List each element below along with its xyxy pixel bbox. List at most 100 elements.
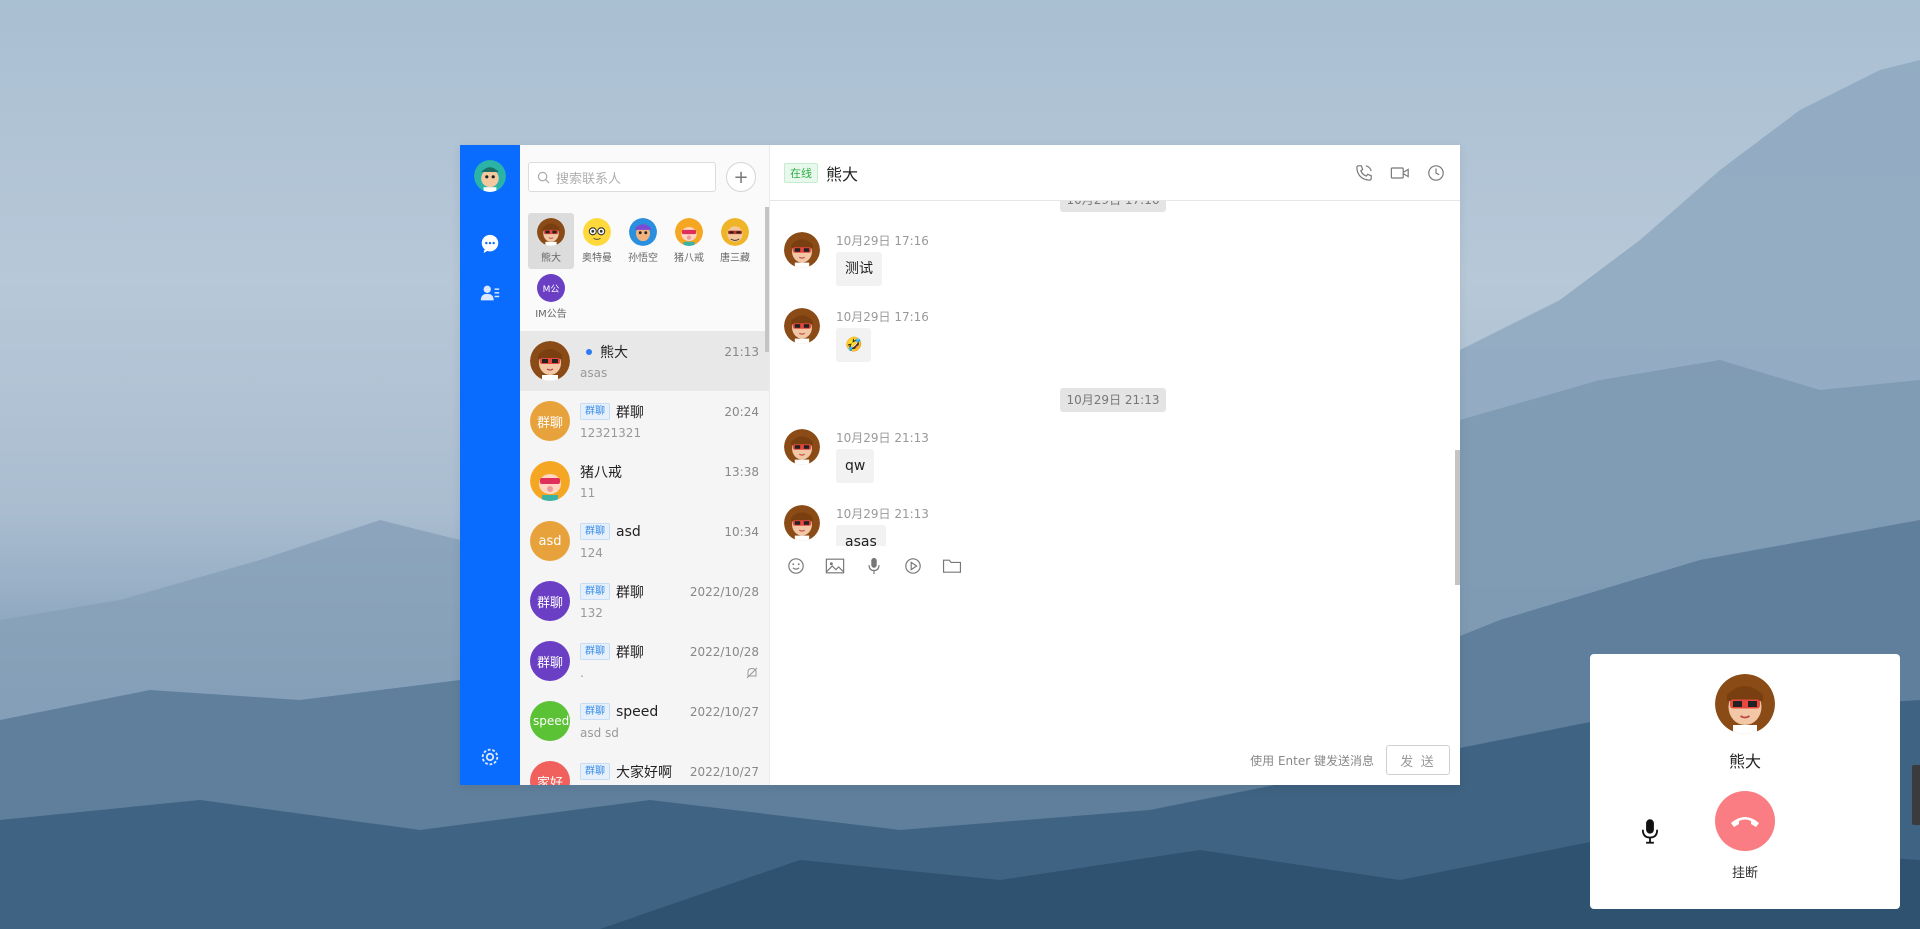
message-time: 10月29日 21:13 xyxy=(836,507,929,521)
quick-contact-label: 奥特曼 xyxy=(582,253,612,264)
conversation-preview: asd sd xyxy=(580,725,619,740)
conversation-preview: 124 xyxy=(580,545,603,560)
send-hint: 使用 Enter 键发送消息 xyxy=(1250,754,1374,768)
conversation-item[interactable]: 群聊 群聊 群聊 2022/10/28 . xyxy=(520,631,769,691)
conversation-list: 熊大 21:13 asas 群聊 群聊 群聊 20:24 12321321 猪八… xyxy=(520,331,769,785)
avatar: 群聊 xyxy=(530,401,570,441)
hang-up-button[interactable] xyxy=(1715,791,1775,851)
contacts-icon[interactable] xyxy=(478,281,502,305)
caller-name: 熊大 xyxy=(1728,752,1761,771)
folder-icon[interactable] xyxy=(940,554,964,578)
conversation-item[interactable]: 猪八戒 13:38 11 xyxy=(520,451,769,511)
quick-contact-xiongda[interactable]: 熊大 xyxy=(528,213,574,269)
conversation-time: 21:13 xyxy=(724,344,759,359)
conversation-item[interactable]: 熊大 21:13 asas xyxy=(520,331,769,391)
hang-up-label: 挂断 xyxy=(1731,866,1758,881)
search-row: 搜索联系人 + xyxy=(520,145,769,209)
conversation-name: 群聊 xyxy=(616,644,644,661)
avatar: asd xyxy=(530,521,570,561)
message-bubble[interactable]: 🤣 xyxy=(836,328,872,362)
avatar[interactable] xyxy=(784,429,820,465)
quick-contact-label: 唐三藏 xyxy=(720,253,750,264)
video-call-icon[interactable] xyxy=(1390,163,1410,183)
conversation-time: 2022/10/27 xyxy=(689,704,759,719)
group-tag: 群聊 xyxy=(580,763,610,780)
message-bubble[interactable]: 测试 xyxy=(836,252,882,286)
group-tag: 群聊 xyxy=(580,703,610,720)
group-tag: 群聊 xyxy=(580,643,610,660)
conversation-time: 2022/10/28 xyxy=(689,644,759,659)
avatar-text: 群聊 xyxy=(536,595,563,611)
list-scrollbar[interactable] xyxy=(765,207,769,352)
quick-contact-label: IM公告 xyxy=(535,309,567,320)
microphone-icon[interactable] xyxy=(862,554,886,578)
message: 10月29日 17:16 测试 xyxy=(784,232,929,286)
avatar-text: M公 xyxy=(542,284,560,295)
conversation-time: 2022/10/28 xyxy=(689,584,759,599)
quick-contact-zhubajie[interactable]: 猪八戒 xyxy=(666,213,712,269)
avatar: 家好 xyxy=(530,761,570,785)
conversation-item[interactable]: 群聊 群聊 群聊 2022/10/28 132 xyxy=(520,571,769,631)
message-area: 10月29日 17:16 10月29日 17:16 测试 10月29日 17:1… xyxy=(770,201,1460,546)
search-icon xyxy=(537,171,550,183)
conversation-name: 群聊 xyxy=(616,404,644,421)
conversation-preview: asas xyxy=(580,365,608,380)
conversation-item[interactable]: 家好 群聊 大家好啊 2022/10/27 xyxy=(520,751,769,785)
video-play-icon[interactable] xyxy=(901,554,925,578)
conversation-preview-row: . xyxy=(580,665,759,681)
search-input[interactable]: 搜索联系人 xyxy=(528,162,716,192)
conversation-item[interactable]: 群聊 群聊 群聊 20:24 12321321 xyxy=(520,391,769,451)
avatar xyxy=(629,218,657,246)
avatar xyxy=(537,218,565,246)
settings-gear-icon[interactable] xyxy=(478,745,502,769)
avatar: speed xyxy=(530,701,570,741)
conversation-preview: . xyxy=(580,665,584,680)
quick-contact-label: 猪八戒 xyxy=(674,253,704,264)
conversation-time: 13:38 xyxy=(724,464,759,479)
conversation-preview: 12321321 xyxy=(580,425,642,440)
voice-call-icon[interactable] xyxy=(1354,163,1374,183)
voice-call-panel: 熊大 挂断 xyxy=(1590,654,1900,909)
conversation-preview xyxy=(580,785,759,786)
message-bubble[interactable]: qw xyxy=(836,449,875,483)
avatar: M公 xyxy=(537,274,565,302)
chat-scrollbar[interactable] xyxy=(1455,450,1460,585)
quick-contacts: 熊大 奥特曼 孙悟空 猪八戒 唐三藏 M公 IM公告 xyxy=(520,209,769,331)
my-avatar[interactable] xyxy=(474,160,506,192)
add-contact-button[interactable]: + xyxy=(726,162,756,192)
message: 10月29日 17:16 🤣 xyxy=(784,308,929,362)
conversation-time: 10:34 xyxy=(724,524,759,539)
quick-contact-aoteman[interactable]: 奥特曼 xyxy=(574,213,620,269)
quick-contact-label: 熊大 xyxy=(541,253,561,264)
avatar xyxy=(675,218,703,246)
avatar: 群聊 xyxy=(530,641,570,681)
conversation-name: 猪八戒 xyxy=(580,464,622,481)
avatar-text: 家好 xyxy=(536,775,563,786)
avatar xyxy=(583,218,611,246)
conversation-item[interactable]: asd 群聊 asd 10:34 124 xyxy=(520,511,769,571)
message-bubble[interactable]: asas xyxy=(836,525,886,546)
message-time: 10月29日 21:13 xyxy=(836,431,929,445)
history-clock-icon[interactable] xyxy=(1426,163,1446,183)
avatar[interactable] xyxy=(784,505,820,541)
send-button[interactable]: 发 送 xyxy=(1386,745,1450,775)
quick-contact-im-notice[interactable]: M公 IM公告 xyxy=(528,269,574,325)
chat-bubble-icon[interactable] xyxy=(478,232,502,256)
chat-header: 在线 熊大 xyxy=(770,145,1460,201)
side-handle[interactable] xyxy=(1912,765,1920,825)
conversation-preview: 132 xyxy=(580,605,603,620)
avatar[interactable] xyxy=(784,232,820,268)
quick-contact-sunwukong[interactable]: 孙悟空 xyxy=(620,213,666,269)
message-input[interactable]: 使用 Enter 键发送消息 发 送 xyxy=(770,586,1460,785)
avatar-text: 群聊 xyxy=(536,415,563,431)
avatar[interactable] xyxy=(784,308,820,344)
conversation-item[interactable]: speed 群聊 speed 2022/10/27 asd sd xyxy=(520,691,769,751)
online-dot xyxy=(586,348,592,355)
quick-contact-tangsanzang[interactable]: 唐三藏 xyxy=(712,213,758,269)
emoji-icon[interactable] xyxy=(784,554,808,578)
muted-bell-icon xyxy=(746,667,758,678)
avatar xyxy=(721,218,749,246)
avatar xyxy=(530,461,570,501)
image-icon[interactable] xyxy=(823,554,847,578)
mute-microphone-icon[interactable] xyxy=(1640,818,1660,848)
